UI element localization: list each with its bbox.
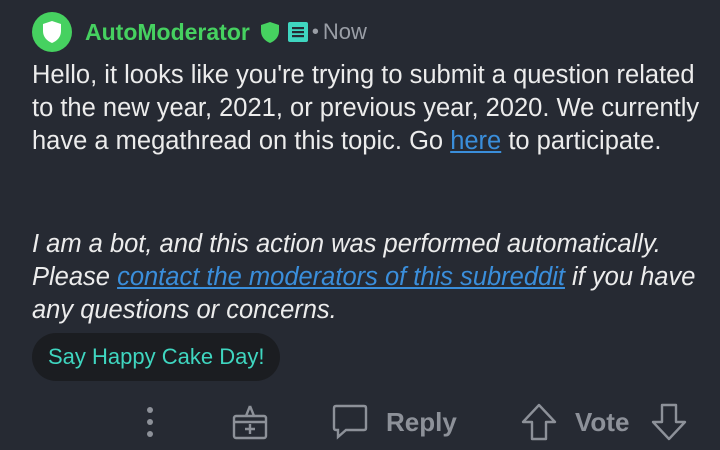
award-button[interactable] xyxy=(230,402,270,442)
timestamp: Now xyxy=(322,19,367,44)
contact-moderators-link[interactable]: contact the moderators of this subreddit xyxy=(117,263,565,291)
downvote-icon xyxy=(651,403,687,441)
bot-notice: I am a bot, and this action was performe… xyxy=(32,228,702,327)
cake-day-button[interactable]: Say Happy Cake Day! xyxy=(32,333,281,381)
comment-icon xyxy=(332,404,368,440)
here-link[interactable]: here xyxy=(450,127,501,155)
moderator-shield-icon xyxy=(260,21,280,44)
flair-icon xyxy=(286,21,310,43)
award-icon xyxy=(232,405,268,440)
author-name[interactable]: AutoModerator xyxy=(85,19,250,46)
shield-icon xyxy=(43,21,61,43)
comment-header: AutoModerator • Now xyxy=(32,12,367,52)
vote-label: Vote xyxy=(575,406,630,437)
more-options-icon xyxy=(147,407,153,437)
reply-label: Reply xyxy=(386,406,457,437)
downvote-button[interactable] xyxy=(650,402,688,442)
more-options-button[interactable] xyxy=(138,402,162,442)
action-bar: Reply Vote xyxy=(0,398,720,448)
upvote-icon xyxy=(521,403,557,441)
upvote-button[interactable] xyxy=(520,402,558,442)
reply-button[interactable]: Reply xyxy=(330,402,457,442)
body-text-end: to participate. xyxy=(501,127,662,155)
comment-body: Hello, it looks like you're trying to su… xyxy=(32,59,702,158)
avatar[interactable] xyxy=(32,12,72,52)
vote-label-area: Vote xyxy=(575,402,629,442)
separator-dot: • xyxy=(311,20,319,43)
cake-day-label: Say Happy Cake Day! xyxy=(48,344,265,369)
